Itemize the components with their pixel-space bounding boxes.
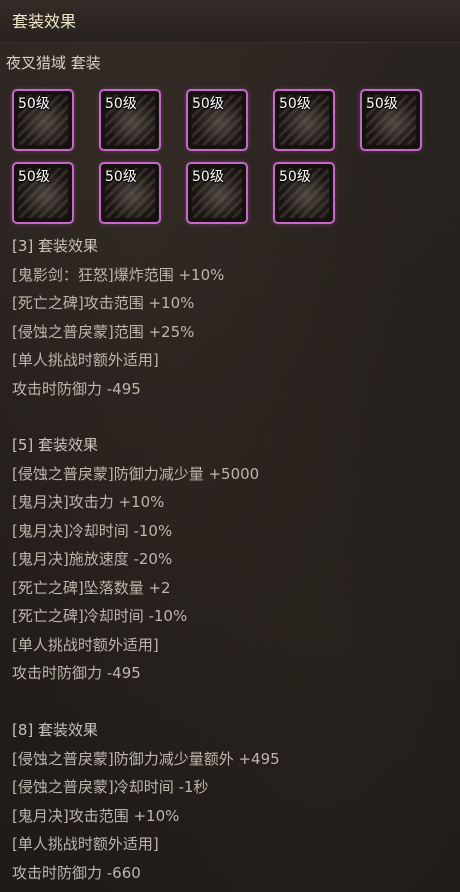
bonus-line: 攻击时防御力 -495 bbox=[12, 664, 141, 682]
bonus-line: [鬼月决]攻击力 +10% bbox=[12, 493, 165, 511]
set-item-slot[interactable]: 50级 bbox=[186, 162, 248, 224]
bonus-line: [侵蚀之普戾蒙]范围 +25% bbox=[12, 322, 195, 341]
item-level-label: 50级 bbox=[18, 169, 50, 185]
set-item-slot[interactable]: 50级 bbox=[273, 89, 335, 151]
item-level-label: 50级 bbox=[366, 96, 398, 112]
bonus-line: [死亡之碑]冷却时间 -10% bbox=[12, 607, 188, 625]
bonus-line: [单人挑战时额外适用] bbox=[12, 351, 159, 369]
item-level-label: 50级 bbox=[192, 169, 224, 185]
set-item-slot[interactable]: 50级 bbox=[99, 162, 161, 224]
bonus-line: [侵蚀之普戾蒙]防御力减少量额外 +495 bbox=[12, 749, 280, 768]
bonus-line: [鬼月决]攻击范围 +10% bbox=[12, 806, 180, 825]
bonus-line: [鬼影剑：狂怒]爆炸范围 +10% bbox=[12, 265, 225, 284]
bonus-line: [鬼月决]冷却时间 -10% bbox=[12, 521, 173, 540]
bonus-line: [死亡之碑]坠落数量 +2 bbox=[12, 578, 171, 597]
set-item-slot[interactable]: 50级 bbox=[12, 89, 74, 151]
set-item-slot[interactable]: 50级 bbox=[360, 89, 422, 151]
item-level-label: 50级 bbox=[192, 96, 224, 112]
set-item-slot[interactable]: 50级 bbox=[273, 162, 335, 224]
set-bonus-3-piece: [3] 套装效果 [鬼影剑：狂怒]爆炸范围 +10% [死亡之碑]攻击范围 +1… bbox=[12, 232, 452, 403]
bonus-line: 攻击时防御力 -495 bbox=[12, 379, 141, 398]
panel-header: 套装效果 bbox=[0, 0, 460, 43]
set-name: 夜叉猎域 套装 bbox=[6, 54, 101, 72]
set-item-slot[interactable]: 50级 bbox=[12, 162, 74, 224]
bonus-line: 攻击时防御力 -660 bbox=[12, 863, 141, 882]
set-bonus-8-piece: [8] 套装效果 [侵蚀之普戾蒙]防御力减少量额外 +495 [侵蚀之普戾蒙]冷… bbox=[12, 716, 452, 887]
bonus-header: [3] 套装效果 bbox=[12, 237, 99, 255]
set-effect-panel: 套装效果 夜叉猎域 套装 50级 50级 50级 50级 50级 50级 50级… bbox=[0, 0, 460, 892]
set-item-slot[interactable]: 50级 bbox=[186, 89, 248, 151]
panel-title: 套装效果 bbox=[12, 12, 77, 31]
bonus-line: [单人挑战时额外适用] bbox=[12, 635, 159, 654]
item-level-label: 50级 bbox=[105, 96, 137, 112]
item-level-label: 50级 bbox=[279, 169, 311, 185]
bonus-line: [侵蚀之普戾蒙]冷却时间 -1秒 bbox=[12, 778, 209, 796]
item-level-label: 50级 bbox=[279, 96, 311, 112]
set-bonus-5-piece: [5] 套装效果 [侵蚀之普戾蒙]防御力减少量 +5000 [鬼月决]攻击力 +… bbox=[12, 431, 452, 688]
set-item-slot[interactable]: 50级 bbox=[99, 89, 161, 151]
bonus-line: [侵蚀之普戾蒙]防御力减少量 +5000 bbox=[12, 464, 260, 483]
bonus-line: [死亡之碑]攻击范围 +10% bbox=[12, 294, 195, 312]
bonus-header: [5] 套装效果 bbox=[12, 436, 99, 454]
bonus-line: [鬼月决]施放速度 -20% bbox=[12, 550, 173, 568]
item-level-label: 50级 bbox=[18, 96, 50, 112]
bonus-line: [单人挑战时额外适用] bbox=[12, 835, 159, 853]
item-level-label: 50级 bbox=[105, 169, 137, 185]
bonus-header: [8] 套装效果 bbox=[12, 721, 99, 739]
